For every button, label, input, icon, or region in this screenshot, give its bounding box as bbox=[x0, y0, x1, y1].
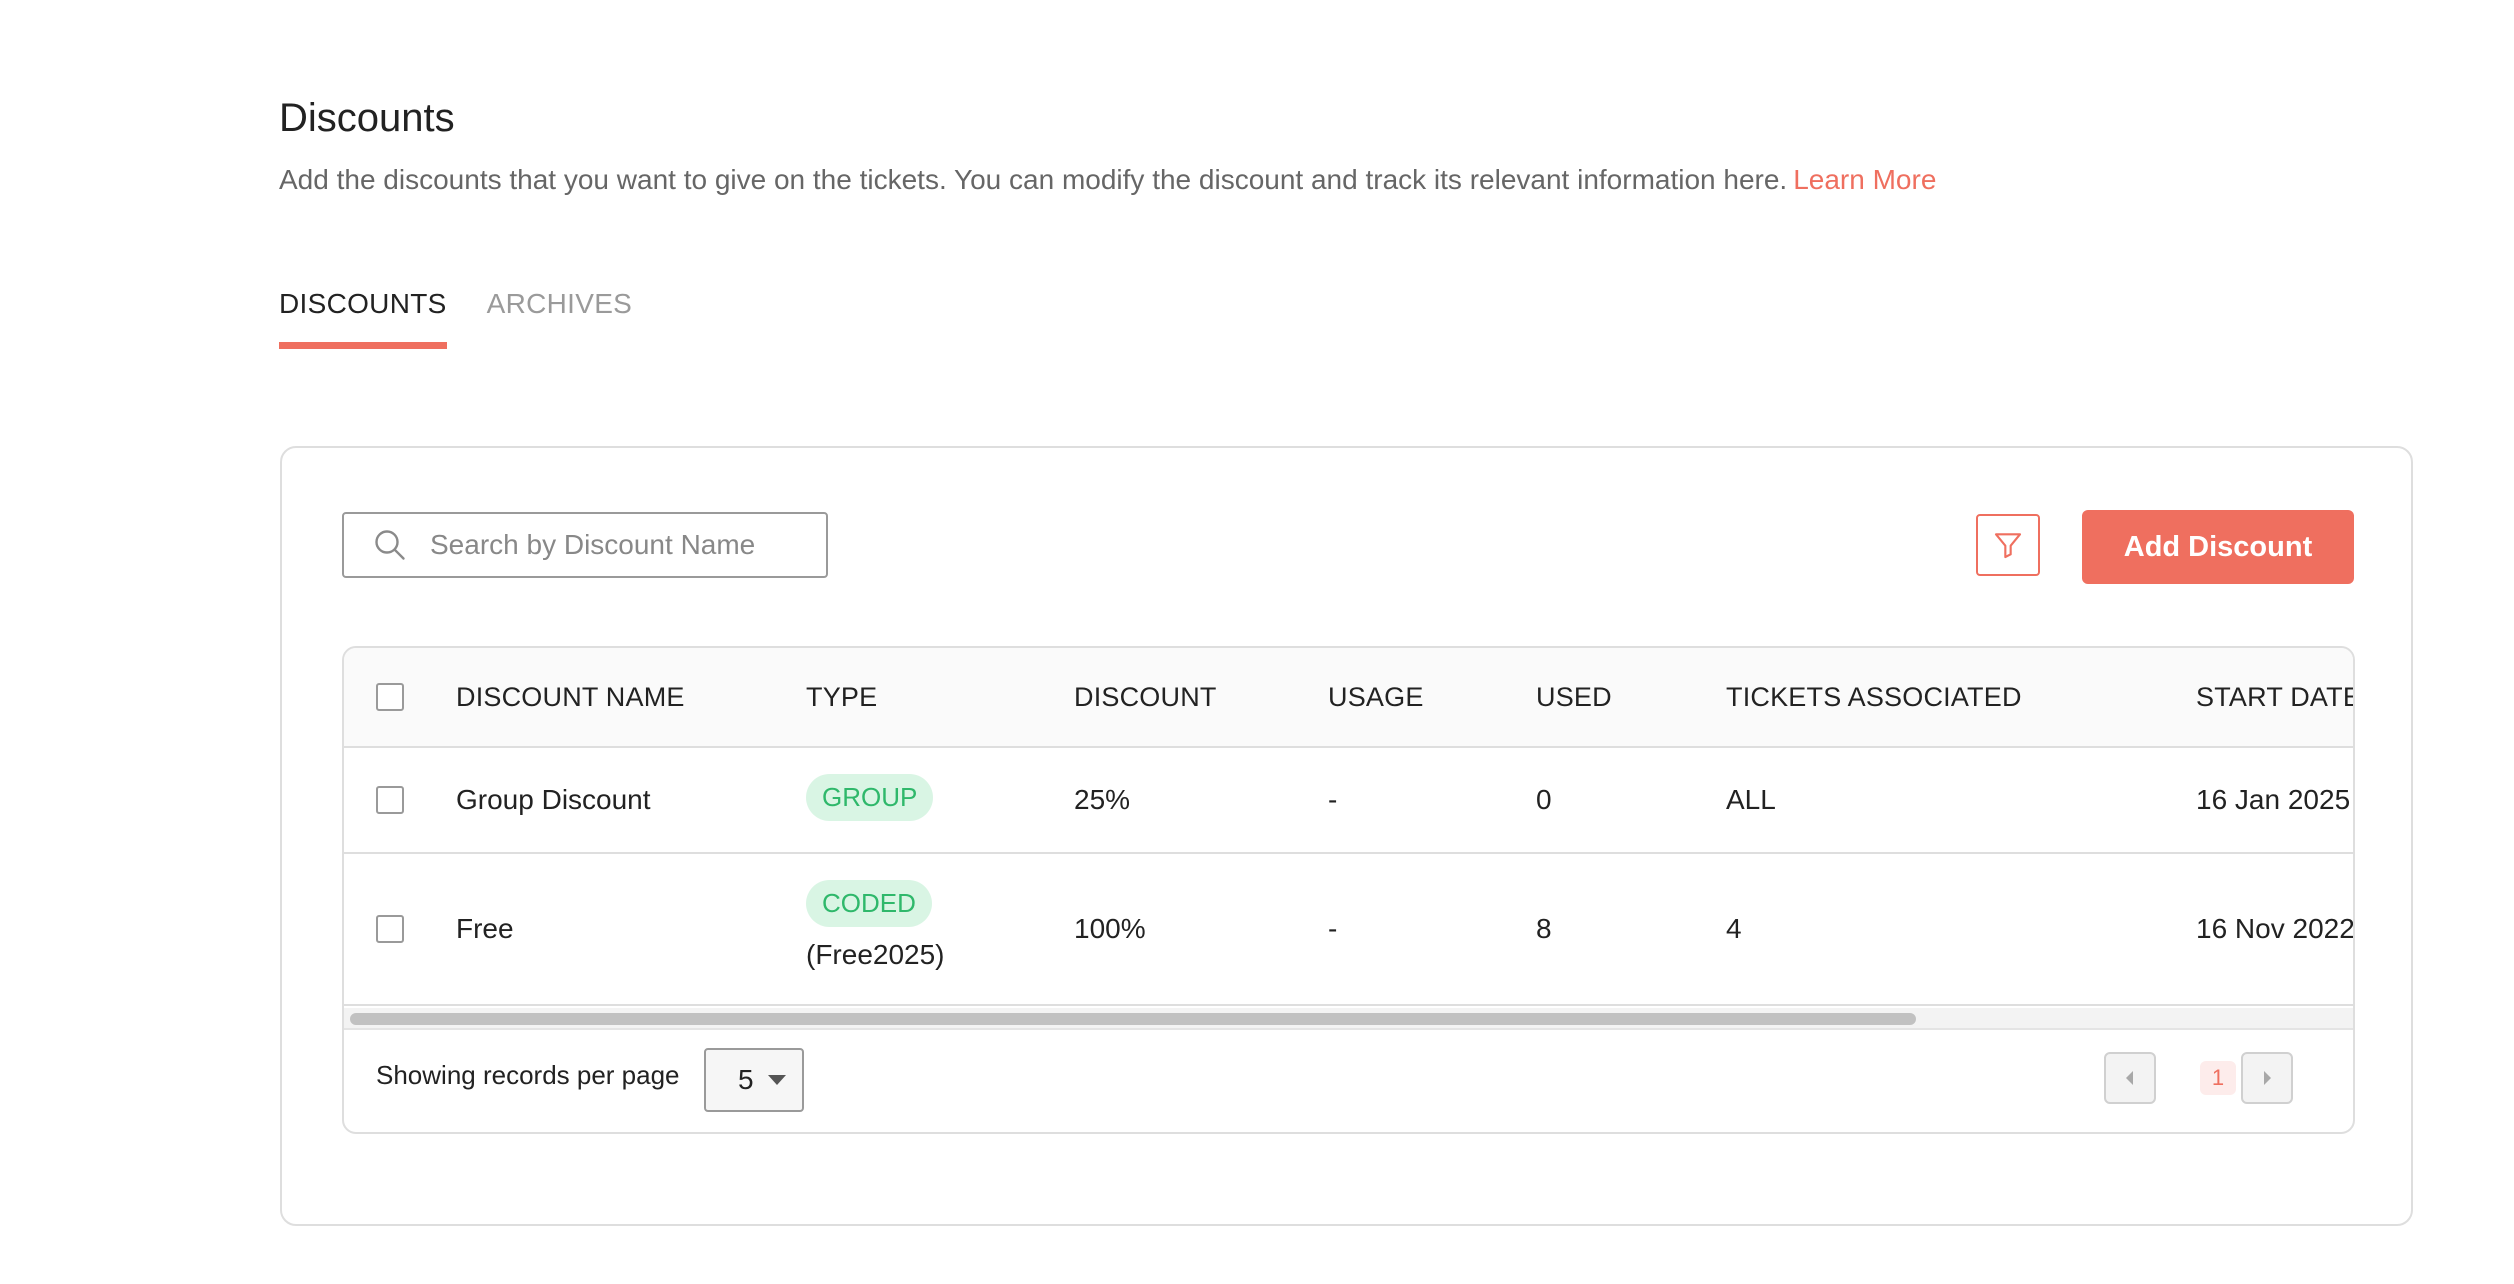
filter-button[interactable] bbox=[1976, 514, 2040, 576]
search-icon bbox=[375, 530, 405, 560]
column-header-type: TYPE bbox=[806, 682, 878, 712]
horizontal-scrollbar[interactable] bbox=[344, 1008, 2353, 1030]
page-number-current[interactable]: 1 bbox=[2200, 1061, 2236, 1095]
tab-bar: DISCOUNTS ARCHIVES bbox=[279, 288, 672, 349]
select-all-checkbox[interactable] bbox=[376, 683, 404, 711]
search-input[interactable] bbox=[428, 528, 792, 562]
next-page-button[interactable] bbox=[2241, 1052, 2293, 1104]
page-description-text: Add the discounts that you want to give … bbox=[279, 164, 1788, 195]
chevron-left-icon bbox=[2126, 1071, 2133, 1085]
column-header-tickets: TICKETS ASSOCIATED bbox=[1726, 682, 2022, 712]
learn-more-link[interactable]: Learn More bbox=[1793, 164, 1936, 195]
discount-code: (Free2025) bbox=[806, 939, 945, 970]
column-header-start-date: START DATE bbox=[2196, 682, 2355, 712]
discount-type: CODED bbox=[806, 880, 932, 927]
column-header-name: DISCOUNT NAME bbox=[456, 682, 685, 712]
add-discount-button[interactable]: Add Discount bbox=[2082, 510, 2354, 584]
column-header-used: USED bbox=[1536, 682, 1612, 712]
caret-down-icon bbox=[767, 1075, 786, 1085]
column-header-discount: DISCOUNT bbox=[1074, 682, 1217, 712]
start-date: 16 Nov 2022 bbox=[2196, 913, 2355, 944]
discount-type: GROUP bbox=[806, 774, 934, 821]
discount-used: 0 bbox=[1536, 784, 1552, 815]
discounts-table: DISCOUNT NAME TYPE DISCOUNT USAGE USED T… bbox=[342, 646, 2355, 1134]
row-checkbox[interactable] bbox=[376, 786, 404, 814]
search-box[interactable] bbox=[342, 512, 828, 578]
tab-archives[interactable]: ARCHIVES bbox=[487, 288, 633, 349]
scrollbar-thumb[interactable] bbox=[350, 1013, 1916, 1025]
prev-page-button[interactable] bbox=[2104, 1052, 2156, 1104]
table-row[interactable]: Free CODED (Free2025) 100% - 8 4 16 Nov … bbox=[344, 854, 2353, 1006]
filter-icon bbox=[1994, 533, 2022, 559]
discount-name: Free bbox=[456, 913, 514, 944]
discount-value: 100% bbox=[1074, 913, 1146, 944]
page-description: Add the discounts that you want to give … bbox=[279, 164, 1936, 196]
row-checkbox[interactable] bbox=[376, 915, 404, 943]
discount-value: 25% bbox=[1074, 784, 1131, 815]
type-badge: CODED bbox=[806, 880, 932, 927]
table-header: DISCOUNT NAME TYPE DISCOUNT USAGE USED T… bbox=[344, 648, 2353, 748]
tab-discounts[interactable]: DISCOUNTS bbox=[279, 288, 447, 349]
discount-name: Group Discount bbox=[456, 784, 651, 815]
discounts-card: Add Discount DISCOUNT NAME TYPE DISCOUNT… bbox=[280, 446, 2413, 1226]
tickets-associated: 4 bbox=[1726, 913, 1742, 944]
chevron-right-icon bbox=[2264, 1071, 2271, 1085]
start-date: 16 Jan 2025 bbox=[2196, 784, 2351, 815]
per-page-select[interactable]: 5 bbox=[704, 1048, 804, 1112]
tickets-associated: ALL bbox=[1726, 784, 1776, 815]
page-title: Discounts bbox=[279, 96, 455, 140]
discount-usage: - bbox=[1328, 784, 1338, 815]
table-row[interactable]: Group Discount GROUP 25% - 0 ALL 16 Jan … bbox=[344, 748, 2353, 854]
per-page-label: Showing records per page bbox=[376, 1060, 680, 1090]
discount-used: 8 bbox=[1536, 913, 1552, 944]
discount-usage: - bbox=[1328, 913, 1338, 944]
column-header-usage: USAGE bbox=[1328, 682, 1424, 712]
type-badge: GROUP bbox=[806, 774, 934, 821]
per-page-value: 5 bbox=[738, 1064, 754, 1095]
